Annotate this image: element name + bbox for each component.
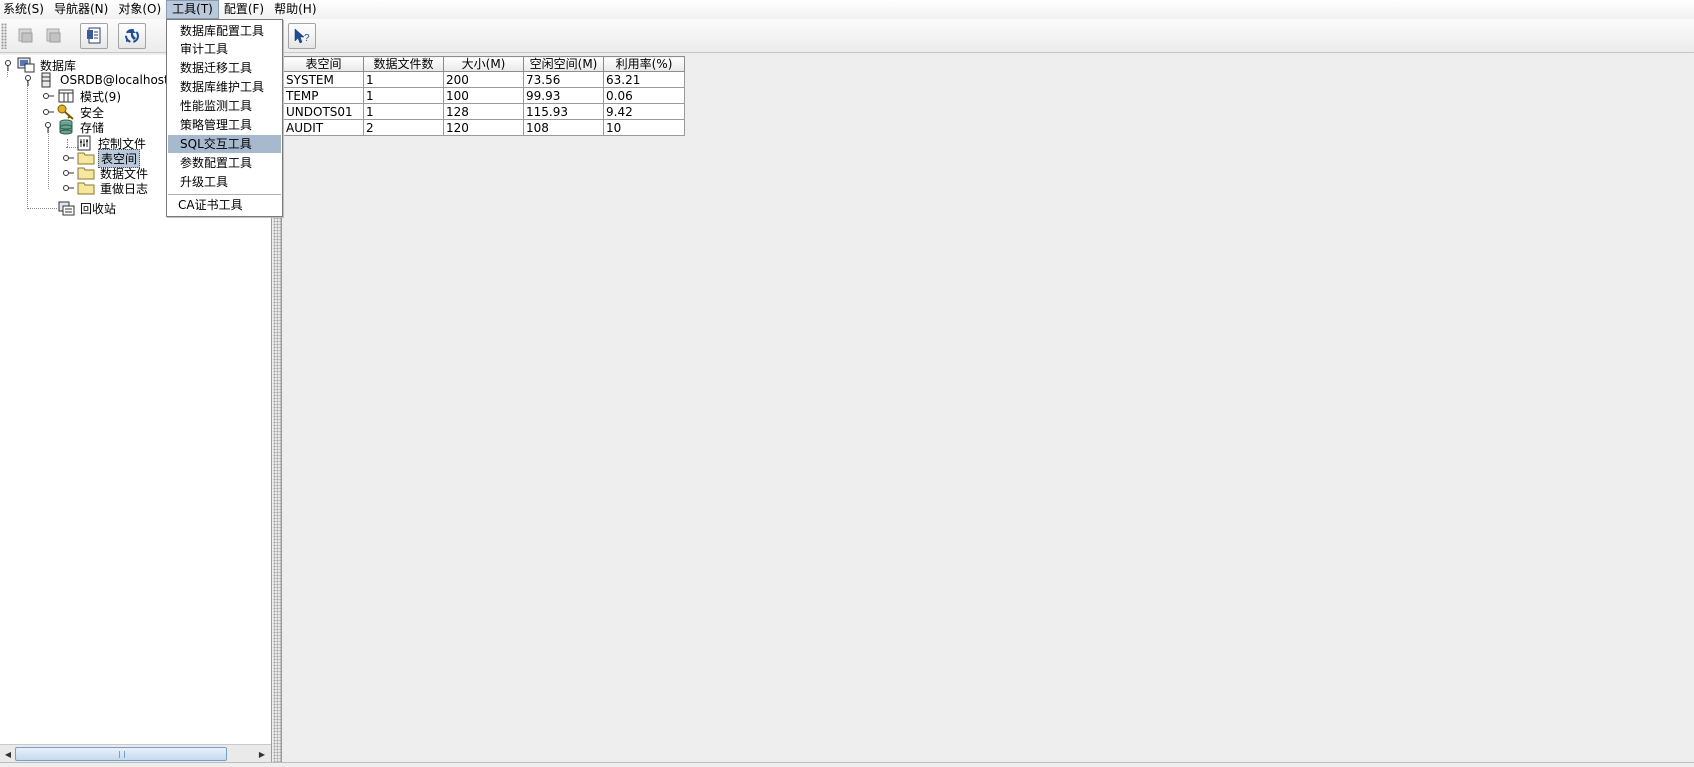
tree-collapsed-handle-icon[interactable]	[42, 106, 54, 118]
tree-collapsed-handle-icon[interactable]	[62, 152, 74, 164]
menu-item-audit-tool[interactable]: 审计工具	[168, 40, 281, 58]
toolbar-grip[interactable]	[1, 23, 7, 49]
scroll-left-arrow-icon[interactable]: ◀	[1, 747, 15, 761]
tree-collapsed-handle-icon[interactable]	[62, 182, 74, 194]
tree-label-redo-log: 重做日志	[100, 181, 149, 196]
help-button[interactable]: ?	[288, 23, 316, 49]
menu-navigator[interactable]: 导航器(N)	[49, 0, 113, 19]
table-cell[interactable]: 108	[523, 119, 604, 136]
tree-node-schema[interactable]: 模式(9)	[42, 88, 123, 104]
scroll-right-arrow-icon[interactable]: ▶	[255, 747, 269, 761]
menu-system[interactable]: 系统(S)	[0, 0, 49, 19]
table-cell[interactable]: 73.56	[523, 71, 604, 88]
menu-item-performance-monitor-tool[interactable]: 性能监测工具	[168, 97, 281, 115]
properties-button[interactable]	[80, 23, 108, 49]
tree-node-storage[interactable]: 存储	[42, 119, 106, 135]
folder-icon	[77, 182, 95, 195]
table-cell[interactable]: 100	[443, 87, 524, 104]
detail-pane: 表空间 数据文件数 大小(M) 空闲空间(M) 利用率(%) SYSTEM 1 …	[283, 55, 1694, 762]
tree-collapsed-handle-icon[interactable]	[62, 167, 74, 179]
column-header-datafile-count[interactable]: 数据文件数	[363, 56, 444, 72]
table-cell[interactable]: AUDIT	[283, 119, 364, 136]
menu-help[interactable]: 帮助(H)	[269, 0, 321, 19]
table-cell[interactable]: 10	[603, 119, 685, 136]
table-cell[interactable]: 1	[363, 71, 444, 88]
tree-node-redo-log[interactable]: 重做日志	[62, 180, 150, 196]
db-disconnect-icon	[46, 28, 61, 43]
table-cell[interactable]: 120	[443, 119, 524, 136]
tree-node-connection[interactable]: OSRDB@localhost:2	[22, 72, 182, 88]
tree-expanded-handle-icon[interactable]	[2, 59, 14, 71]
db-disconnect-button[interactable]	[40, 23, 68, 49]
table-cell[interactable]: TEMP	[283, 87, 364, 104]
menu-item-sql-interactive-tool[interactable]: SQL交互工具	[168, 135, 281, 153]
folder-icon	[77, 152, 95, 165]
folder-icon	[77, 167, 95, 180]
status-strip	[0, 762, 1694, 767]
tools-dropdown-menu: 数据库配置工具 审计工具 数据迁移工具 数据库维护工具 性能监测工具 策略管理工…	[166, 19, 283, 217]
tree-horizontal-scrollbar[interactable]: ◀ ▶	[0, 744, 271, 762]
table-cell[interactable]: 115.93	[523, 103, 604, 120]
menu-item-data-migration-tool[interactable]: 数据迁移工具	[168, 59, 281, 77]
tree-label-recycle-bin: 回收站	[80, 201, 117, 216]
table-row[interactable]: AUDIT 2 120 108 10	[283, 119, 685, 136]
menu-config[interactable]: 配置(F)	[219, 0, 269, 19]
table-row[interactable]: SYSTEM 1 200 73.56 63.21	[283, 71, 685, 88]
tablespace-table[interactable]: 表空间 数据文件数 大小(M) 空闲空间(M) 利用率(%) SYSTEM 1 …	[283, 56, 685, 136]
table-cell[interactable]: 1	[363, 103, 444, 120]
table-row[interactable]: UNDOTS01 1 128 115.93 9.42	[283, 103, 685, 120]
table-cell[interactable]: 99.93	[523, 87, 604, 104]
control-file-icon	[77, 135, 91, 151]
refresh-icon	[125, 29, 139, 43]
tree-node-recycle-bin[interactable]: 回收站	[57, 200, 118, 216]
column-header-tablespace[interactable]: 表空间	[283, 56, 364, 72]
table-cell[interactable]: SYSTEM	[283, 71, 364, 88]
table-header-row: 表空间 数据文件数 大小(M) 空闲空间(M) 利用率(%)	[283, 56, 685, 72]
tree-node-database[interactable]: 数据库	[2, 57, 78, 73]
help-icon: ?	[294, 28, 310, 44]
table-cell[interactable]: 9.42	[603, 103, 685, 120]
scroll-thumb[interactable]	[15, 747, 227, 761]
svg-text:?: ?	[304, 33, 310, 44]
menu-object[interactable]: 对象(O)	[113, 0, 166, 19]
table-row[interactable]: TEMP 1 100 99.93 0.06	[283, 87, 685, 104]
tree-collapsed-handle-icon[interactable]	[42, 90, 54, 102]
table-cell[interactable]: 128	[443, 103, 524, 120]
menu-separator	[168, 194, 281, 195]
menu-item-param-config-tool[interactable]: 参数配置工具	[168, 154, 281, 172]
menu-item-db-config-tool[interactable]: 数据库配置工具	[168, 22, 281, 40]
menu-item-db-maintenance-tool[interactable]: 数据库维护工具	[168, 78, 281, 96]
tree-label-connection: OSRDB@localhost:2	[60, 73, 181, 87]
storage-cylinder-icon	[59, 119, 73, 135]
menu-item-policy-management-tool[interactable]: 策略管理工具	[168, 116, 281, 134]
menu-tools[interactable]: 工具(T)	[166, 0, 219, 19]
table-cell[interactable]: 200	[443, 71, 524, 88]
menu-item-ca-cert-tool[interactable]: CA证书工具	[168, 196, 281, 214]
column-header-size[interactable]: 大小(M)	[443, 56, 524, 72]
column-header-free-space[interactable]: 空闲空间(M)	[523, 56, 604, 72]
table-cell[interactable]: 2	[363, 119, 444, 136]
menu-item-upgrade-tool[interactable]: 升级工具	[168, 173, 281, 191]
tree-expanded-handle-icon[interactable]	[42, 121, 54, 133]
tree-label-schema: 模式(9)	[80, 89, 121, 104]
db-connect-icon	[18, 28, 33, 43]
tree-label-database: 数据库	[40, 58, 77, 73]
db-connect-button[interactable]	[12, 23, 40, 49]
tree-expanded-handle-icon[interactable]	[22, 74, 34, 86]
tree-label-storage: 存储	[80, 120, 105, 135]
table-cell[interactable]: 63.21	[603, 71, 685, 88]
table-cell[interactable]: 1	[363, 87, 444, 104]
table-cell[interactable]: UNDOTS01	[283, 103, 364, 120]
column-header-utilization[interactable]: 利用率(%)	[603, 56, 685, 72]
db-instance-icon	[41, 72, 51, 88]
refresh-button[interactable]	[118, 23, 146, 49]
menu-bar: 系统(S) 导航器(N) 对象(O) 工具(T) 配置(F) 帮助(H)	[0, 0, 1694, 19]
properties-icon	[87, 27, 101, 44]
table-cell[interactable]: 0.06	[603, 87, 685, 104]
schema-icon	[58, 89, 74, 103]
key-icon	[57, 104, 74, 120]
recycle-bin-icon	[58, 201, 75, 216]
database-icon	[17, 57, 35, 73]
